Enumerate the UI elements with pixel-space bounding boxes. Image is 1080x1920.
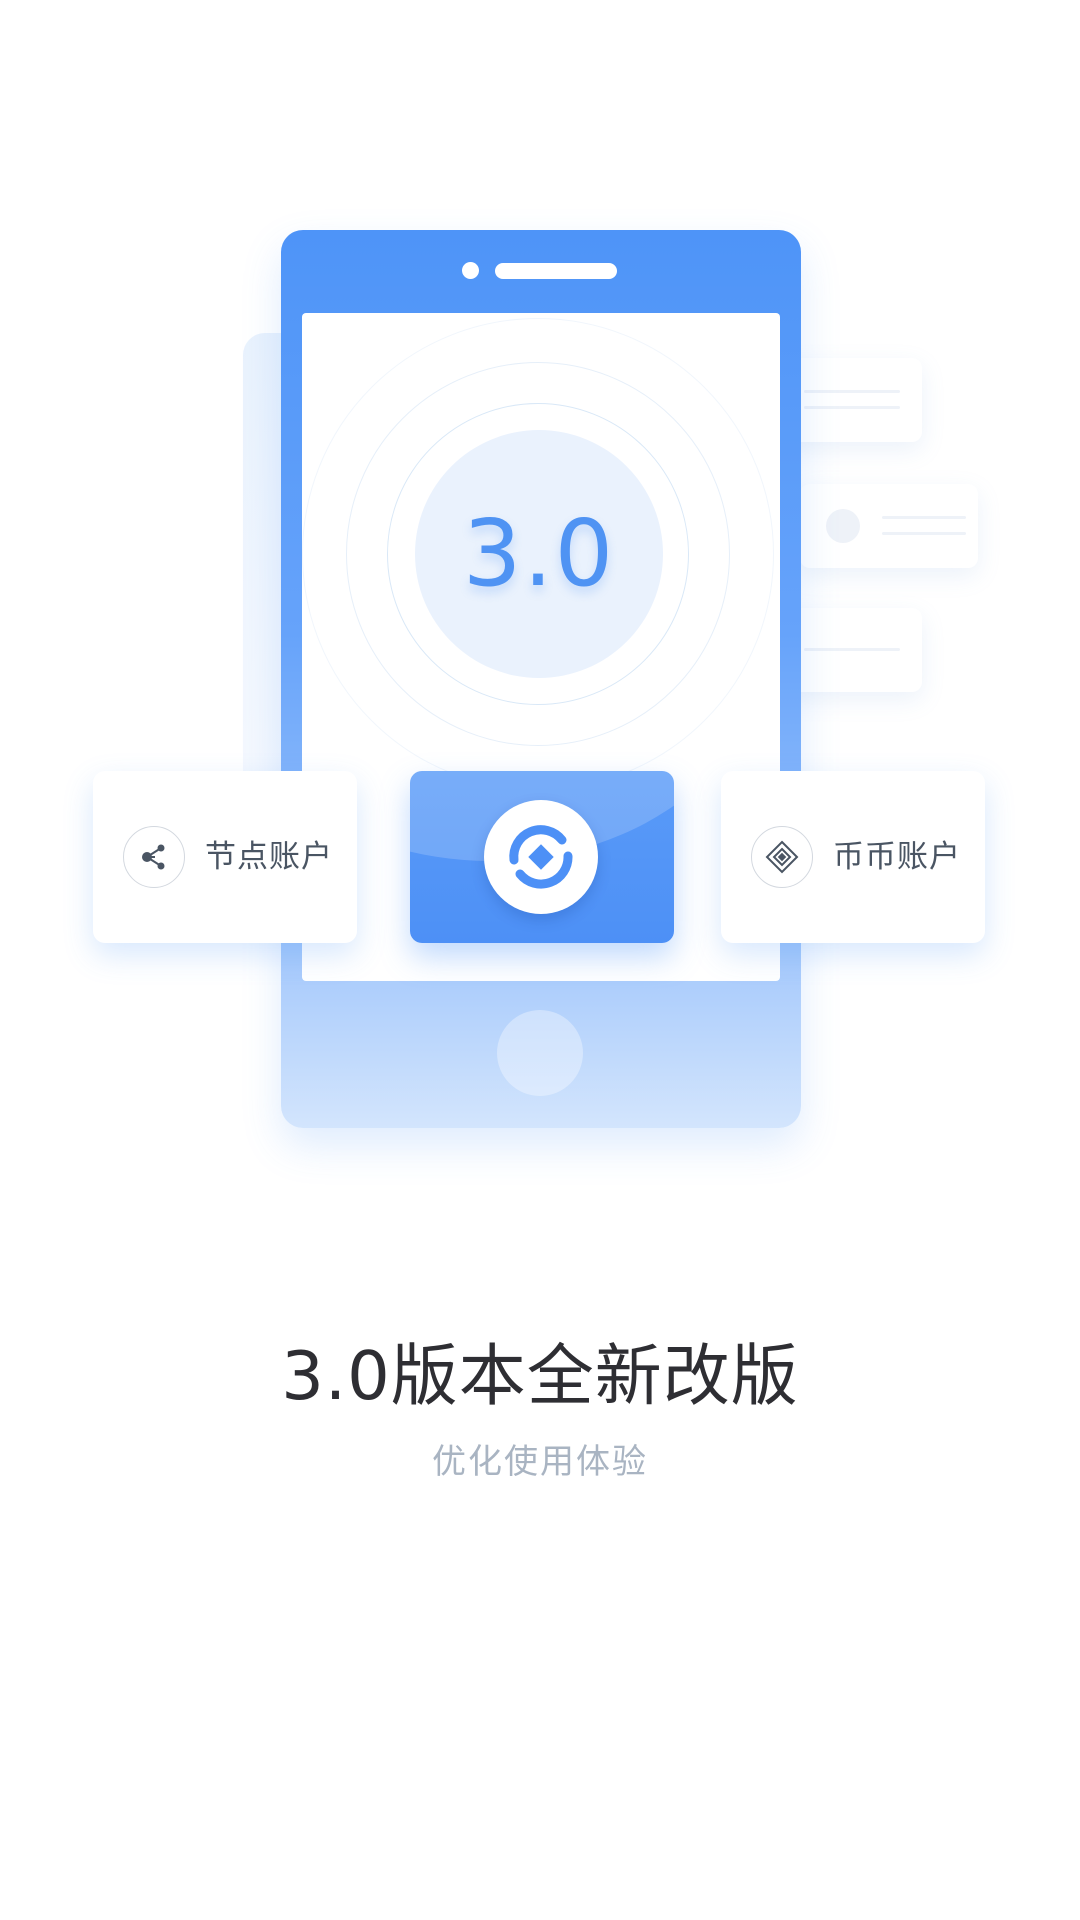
phone-speaker — [495, 263, 617, 279]
floating-info-card — [782, 358, 922, 442]
exchange-diamond-icon — [751, 826, 813, 888]
version-badge: 3.0 — [462, 500, 616, 607]
page-subtitle: 优化使用体验 — [432, 1442, 648, 1482]
phone-camera-dot — [462, 262, 479, 279]
node-account-label: 节点账户 — [205, 839, 333, 875]
node-share-icon — [123, 826, 185, 888]
coin-account-label: 币币账户 — [833, 839, 961, 875]
coin-account-card: 币币账户 — [721, 771, 985, 943]
app-logo-card — [410, 771, 674, 943]
node-account-card: 节点账户 — [93, 771, 357, 943]
app-logo-icon — [484, 800, 598, 914]
floating-info-card — [800, 484, 978, 568]
phone-illustration: 3.0 节点账户 币币账户 — [0, 0, 1080, 1180]
page-title: 3.0版本全新改版 — [281, 1337, 799, 1415]
phone-home-button — [497, 1010, 583, 1096]
floating-info-card — [782, 608, 922, 692]
phone-frame: 3.0 — [281, 230, 801, 1128]
onboarding-page: 3.0 节点账户 币币账户 3.0版本全新改版 优化使用体验 — [0, 0, 1080, 1920]
